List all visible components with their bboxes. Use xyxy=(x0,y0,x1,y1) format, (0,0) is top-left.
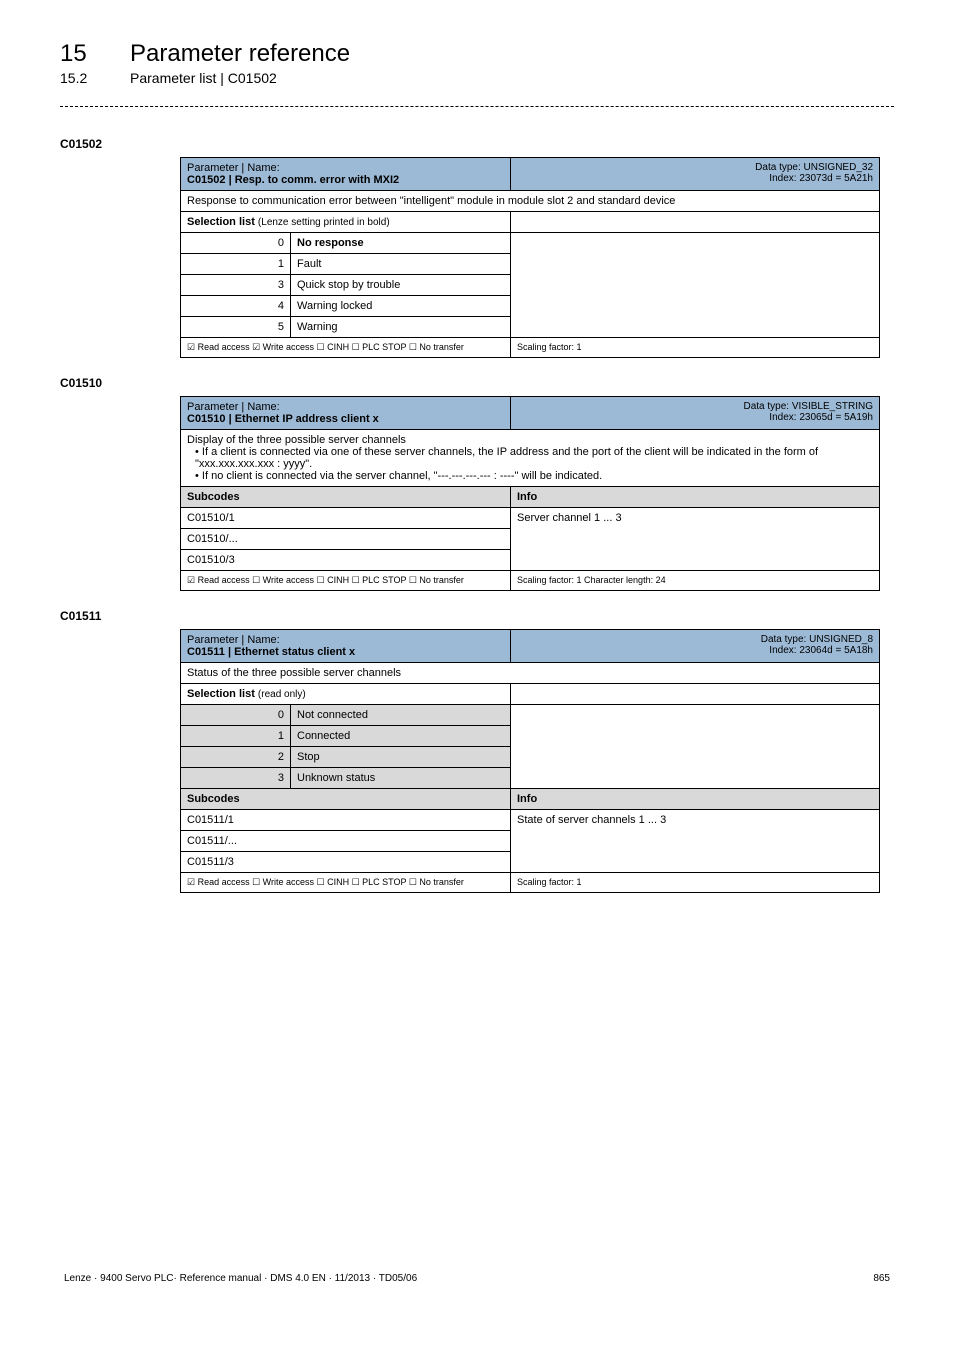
sel-num: 2 xyxy=(181,747,291,768)
data-type: Data type: UNSIGNED_8 xyxy=(517,634,873,645)
chapter-title: Parameter reference xyxy=(130,40,350,68)
sel-num: 1 xyxy=(181,254,291,275)
sel-val: Stop xyxy=(291,747,511,768)
info-label: Info xyxy=(511,487,880,508)
description: Response to communication error between … xyxy=(181,191,880,212)
index: Index: 23073d = 5A21h xyxy=(517,173,873,184)
subcodes-label: Subcodes xyxy=(181,487,511,508)
subcodes-label: Subcodes xyxy=(181,789,511,810)
access-flags: ☑ Read access ☐ Write access ☐ CINH ☐ PL… xyxy=(181,873,511,893)
param-name: C01502 | Resp. to comm. error with MXI2 xyxy=(187,174,504,186)
sel-val: Connected xyxy=(291,726,511,747)
selection-list-sub: (Lenze setting printed in bold) xyxy=(258,217,390,228)
scaling-factor: Scaling factor: 1 xyxy=(511,338,880,358)
scaling-factor: Scaling factor: 1 xyxy=(511,873,880,893)
sel-num: 3 xyxy=(181,768,291,789)
selection-list-sub: (read only) xyxy=(258,689,306,700)
subcode: C01511/... xyxy=(181,831,511,852)
info-value: Server channel 1 ... 3 xyxy=(511,508,880,571)
subcode: C01511/3 xyxy=(181,852,511,873)
sel-num: 1 xyxy=(181,726,291,747)
footer-left: Lenze · 9400 Servo PLC· Reference manual… xyxy=(64,1273,417,1284)
param-label: Parameter | Name: xyxy=(187,162,504,174)
sel-num: 0 xyxy=(181,233,291,254)
subcode: C01510/1 xyxy=(181,508,511,529)
info-label: Info xyxy=(511,789,880,810)
index: Index: 23064d = 5A18h xyxy=(517,645,873,656)
info-value: State of server channels 1 ... 3 xyxy=(511,810,880,873)
selection-list-label: Selection list xyxy=(187,688,255,700)
sel-val: Quick stop by trouble xyxy=(291,275,511,296)
param-label: Parameter | Name: xyxy=(187,401,504,413)
param-code-c01511: C01511 xyxy=(60,609,894,623)
data-type: Data type: UNSIGNED_32 xyxy=(517,162,873,173)
description-bullet: • If a client is connected via one of th… xyxy=(187,446,873,470)
table-c01502: Parameter | Name: C01502 | Resp. to comm… xyxy=(180,157,880,358)
section-number: 15.2 xyxy=(60,70,100,86)
table-c01510: Parameter | Name: C01510 | Ethernet IP a… xyxy=(180,396,880,591)
param-code-c01502: C01502 xyxy=(60,137,894,151)
table-c01511: Parameter | Name: C01511 | Ethernet stat… xyxy=(180,629,880,893)
param-name: C01510 | Ethernet IP address client x xyxy=(187,413,504,425)
subcode: C01511/1 xyxy=(181,810,511,831)
sel-val: No response xyxy=(291,233,511,254)
param-code-c01510: C01510 xyxy=(60,376,894,390)
selection-list-label: Selection list xyxy=(187,216,255,228)
subcode: C01510/3 xyxy=(181,550,511,571)
sel-num: 0 xyxy=(181,705,291,726)
sel-val: Warning locked xyxy=(291,296,511,317)
description-bullet: • If no client is connected via the serv… xyxy=(187,470,873,482)
sel-val: Fault xyxy=(291,254,511,275)
scaling-factor: Scaling factor: 1 Character length: 24 xyxy=(511,571,880,591)
data-type: Data type: VISIBLE_STRING xyxy=(517,401,873,412)
divider xyxy=(60,106,894,107)
description: Status of the three possible server chan… xyxy=(181,663,880,684)
sel-num: 5 xyxy=(181,317,291,338)
chapter-number: 15 xyxy=(60,40,100,68)
sel-val: Warning xyxy=(291,317,511,338)
description-line: Display of the three possible server cha… xyxy=(187,434,873,446)
subcode: C01510/... xyxy=(181,529,511,550)
sel-num: 3 xyxy=(181,275,291,296)
page-number: 865 xyxy=(873,1273,890,1284)
sel-val: Unknown status xyxy=(291,768,511,789)
access-flags: ☑ Read access ☐ Write access ☐ CINH ☐ PL… xyxy=(181,571,511,591)
sel-num: 4 xyxy=(181,296,291,317)
index: Index: 23065d = 5A19h xyxy=(517,412,873,423)
param-name: C01511 | Ethernet status client x xyxy=(187,646,504,658)
param-label: Parameter | Name: xyxy=(187,634,504,646)
section-title: Parameter list | C01502 xyxy=(130,70,277,86)
access-flags: ☑ Read access ☑ Write access ☐ CINH ☐ PL… xyxy=(181,338,511,358)
sel-val: Not connected xyxy=(291,705,511,726)
